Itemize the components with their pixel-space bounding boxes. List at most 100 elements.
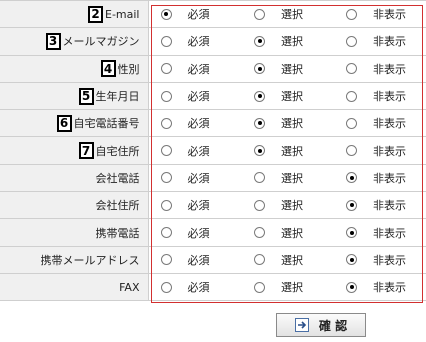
field-label-cell: 7 自宅住所 bbox=[0, 136, 149, 165]
radio-button[interactable] bbox=[160, 281, 172, 293]
option-label: 非表示 bbox=[373, 144, 406, 158]
option-optional[interactable]: 選択 bbox=[254, 115, 334, 131]
option-label: 選択 bbox=[281, 144, 303, 158]
option-required[interactable]: 必須 bbox=[160, 61, 243, 77]
radio-button[interactable] bbox=[346, 281, 357, 293]
radio-button[interactable] bbox=[160, 8, 172, 20]
radio-button[interactable] bbox=[346, 227, 357, 239]
option-required[interactable]: 必須 bbox=[160, 170, 243, 186]
radio-button[interactable] bbox=[160, 199, 172, 211]
field-label-cell: 4 性別 bbox=[0, 55, 149, 83]
option-label: 選択 bbox=[281, 117, 303, 131]
option-label: 必須 bbox=[187, 281, 210, 295]
confirm-arrow-icon bbox=[294, 318, 309, 332]
radio-button[interactable] bbox=[160, 254, 172, 266]
option-cell: 非表示 bbox=[334, 273, 426, 302]
option-label: 非表示 bbox=[373, 253, 406, 267]
option-hidden[interactable]: 非表示 bbox=[346, 33, 426, 49]
option-required[interactable]: 必須 bbox=[160, 115, 243, 131]
field-label-text: 生年月日 bbox=[95, 90, 140, 104]
option-optional[interactable]: 選択 bbox=[254, 6, 334, 22]
radio-button[interactable] bbox=[254, 63, 265, 75]
radio-button[interactable] bbox=[254, 254, 265, 266]
option-label: 必須 bbox=[187, 8, 210, 22]
field-label: 6 自宅電話番号 bbox=[56, 114, 140, 132]
option-required[interactable]: 必須 bbox=[160, 252, 243, 268]
settings-row: 会社住所 必須 選択 非表示 bbox=[0, 191, 426, 220]
field-label-cell: 携帯メールアドレス bbox=[0, 246, 149, 274]
option-hidden[interactable]: 非表示 bbox=[346, 143, 426, 159]
radio-button[interactable] bbox=[254, 145, 265, 157]
option-label: 必須 bbox=[187, 199, 210, 213]
option-cell: 選択 bbox=[242, 273, 334, 302]
radio-button[interactable] bbox=[346, 199, 357, 211]
radio-button[interactable] bbox=[160, 227, 172, 239]
option-required[interactable]: 必須 bbox=[160, 279, 243, 295]
option-required[interactable]: 必須 bbox=[160, 225, 243, 241]
radio-button[interactable] bbox=[346, 172, 357, 184]
radio-button[interactable] bbox=[346, 254, 357, 266]
radio-button[interactable] bbox=[254, 117, 265, 129]
radio-button[interactable] bbox=[346, 90, 357, 102]
step-number-badge: 7 bbox=[78, 142, 94, 160]
radio-button[interactable] bbox=[346, 35, 357, 47]
radio-button[interactable] bbox=[254, 227, 265, 239]
option-hidden[interactable]: 非表示 bbox=[346, 88, 426, 104]
radio-button[interactable] bbox=[254, 35, 265, 47]
radio-button[interactable] bbox=[160, 117, 172, 129]
radio-button[interactable] bbox=[346, 145, 357, 157]
settings-row: 会社電話 必須 選択 非表示 bbox=[0, 164, 426, 193]
option-label: 必須 bbox=[187, 253, 210, 267]
radio-button[interactable] bbox=[254, 8, 265, 20]
radio-button[interactable] bbox=[346, 63, 357, 75]
option-optional[interactable]: 選択 bbox=[254, 225, 334, 241]
option-hidden[interactable]: 非表示 bbox=[346, 170, 426, 186]
option-cell: 非表示 bbox=[334, 218, 426, 247]
option-optional[interactable]: 選択 bbox=[254, 197, 334, 213]
option-hidden[interactable]: 非表示 bbox=[346, 252, 426, 268]
option-hidden[interactable]: 非表示 bbox=[346, 115, 426, 131]
option-hidden[interactable]: 非表示 bbox=[346, 61, 426, 77]
radio-button[interactable] bbox=[254, 90, 265, 102]
radio-button[interactable] bbox=[160, 35, 172, 47]
option-label: 選択 bbox=[281, 35, 303, 49]
option-hidden[interactable]: 非表示 bbox=[346, 6, 426, 22]
settings-row: 5 生年月日 必須 選択 非表示 bbox=[0, 82, 426, 111]
option-optional[interactable]: 選択 bbox=[254, 170, 334, 186]
option-required[interactable]: 必須 bbox=[160, 197, 243, 213]
option-required[interactable]: 必須 bbox=[160, 88, 243, 104]
option-required[interactable]: 必須 bbox=[160, 6, 243, 22]
option-label: 非表示 bbox=[373, 171, 406, 185]
confirm-button[interactable]: 確 認 bbox=[276, 313, 366, 337]
option-hidden[interactable]: 非表示 bbox=[346, 225, 426, 241]
settings-row: 4 性別 必須 選択 非表示 bbox=[0, 55, 426, 83]
option-optional[interactable]: 選択 bbox=[254, 143, 334, 159]
option-cell: 選択 bbox=[242, 191, 334, 220]
field-label-cell: 会社電話 bbox=[0, 164, 149, 193]
field-label-text: FAX bbox=[119, 280, 140, 294]
field-label: 3 メールマガジン bbox=[45, 32, 140, 50]
radio-button[interactable] bbox=[254, 172, 265, 184]
option-cell: 必須 bbox=[148, 27, 243, 56]
radio-button[interactable] bbox=[160, 90, 172, 102]
field-label-text: 会社電話 bbox=[95, 171, 140, 185]
radio-button[interactable] bbox=[160, 145, 172, 157]
option-optional[interactable]: 選択 bbox=[254, 252, 334, 268]
radio-button[interactable] bbox=[346, 117, 357, 129]
step-number-badge: 3 bbox=[45, 32, 61, 50]
option-optional[interactable]: 選択 bbox=[254, 61, 334, 77]
radio-button[interactable] bbox=[254, 199, 265, 211]
radio-button[interactable] bbox=[254, 281, 265, 293]
option-cell: 非表示 bbox=[334, 109, 426, 138]
radio-button[interactable] bbox=[160, 172, 172, 184]
option-cell: 選択 bbox=[242, 0, 334, 29]
option-optional[interactable]: 選択 bbox=[254, 88, 334, 104]
option-optional[interactable]: 選択 bbox=[254, 33, 334, 49]
option-required[interactable]: 必須 bbox=[160, 33, 243, 49]
option-hidden[interactable]: 非表示 bbox=[346, 197, 426, 213]
option-optional[interactable]: 選択 bbox=[254, 279, 334, 295]
option-required[interactable]: 必須 bbox=[160, 143, 243, 159]
radio-button[interactable] bbox=[346, 8, 357, 20]
option-hidden[interactable]: 非表示 bbox=[346, 279, 426, 295]
radio-button[interactable] bbox=[160, 63, 172, 75]
